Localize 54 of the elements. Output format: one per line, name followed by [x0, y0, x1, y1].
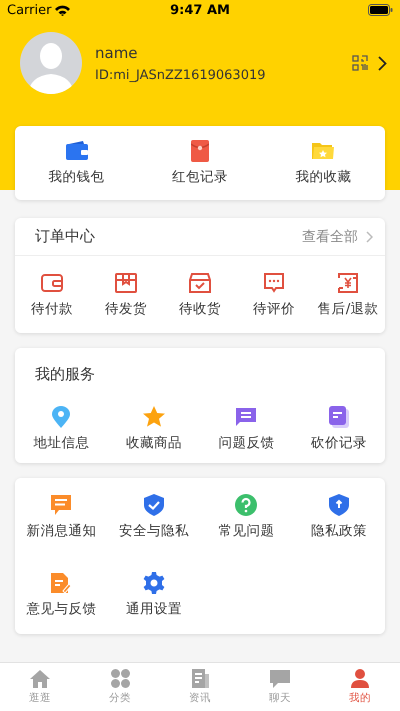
package-icon: [115, 272, 137, 292]
menu-item[interactable]: 收藏商品: [108, 394, 200, 463]
menu-item[interactable]: 待发货: [89, 256, 163, 333]
user-id: ID:mi_JASnZZ1619063019: [95, 68, 267, 82]
section-title: 我的服务: [35, 364, 96, 384]
shield-check-icon: [144, 494, 164, 516]
star-icon: [142, 406, 165, 427]
battery-icon: [368, 4, 394, 16]
chat-bubble-icon: [263, 272, 285, 294]
help-icon: [235, 494, 258, 516]
wallet-icon: [64, 141, 89, 161]
user-name: name: [95, 44, 139, 62]
menu-item[interactable]: 安全与隐私: [108, 478, 200, 556]
chevron-right-icon[interactable]: [378, 56, 387, 70]
news-icon: [192, 669, 208, 688]
box-check-icon: [189, 272, 211, 294]
message-icon: [50, 494, 72, 516]
edit-document-icon: [50, 572, 72, 594]
person-icon: [351, 669, 369, 688]
menu-item[interactable]: 新消息通知: [15, 478, 108, 556]
menu-item[interactable]: 通用设置: [108, 556, 200, 634]
menu-item[interactable]: 砍价记录: [292, 394, 385, 463]
settings-icon: [142, 572, 165, 594]
menu-item[interactable]: 待收货: [163, 256, 237, 333]
menu-item[interactable]: 我的收藏: [262, 126, 385, 200]
tab[interactable]: 我的: [320, 663, 400, 711]
menu-item[interactable]: 售后/退款: [311, 256, 385, 333]
chat-icon: [270, 670, 290, 688]
menu-item[interactable]: 地址信息: [15, 394, 108, 463]
message-icon: [235, 406, 258, 426]
menu-item[interactable]: 待付款: [15, 256, 89, 333]
folder-icon: [312, 141, 334, 161]
menu-item[interactable]: 意见与反馈: [15, 556, 108, 634]
menu-item[interactable]: 隐私政策: [292, 478, 385, 556]
menu-item[interactable]: 常见问题: [200, 478, 292, 556]
home-icon: [30, 670, 50, 688]
menu-item[interactable]: 待评价: [237, 256, 311, 333]
yuan-icon: [337, 272, 359, 294]
shield-icon: [328, 494, 349, 516]
chevron-right-icon: [366, 230, 373, 242]
view-all-link[interactable]: 查看全部: [302, 228, 373, 246]
menu-item[interactable]: 红包记录: [138, 126, 262, 200]
qr-code-icon[interactable]: [352, 55, 368, 71]
section-title: 订单中心: [35, 227, 96, 246]
carrier-label: Carrier: [7, 2, 52, 18]
wallet-icon: [41, 272, 63, 292]
menu-item[interactable]: 问题反馈: [200, 394, 292, 463]
wifi-icon: [55, 4, 70, 16]
envelope-icon: [190, 140, 209, 162]
document-icon: [328, 406, 349, 428]
location-pin-icon: [52, 406, 70, 428]
status-time: 9:47 AM: [170, 2, 230, 18]
menu-item[interactable]: 我的钱包: [15, 126, 138, 200]
grid-icon: [110, 669, 130, 688]
